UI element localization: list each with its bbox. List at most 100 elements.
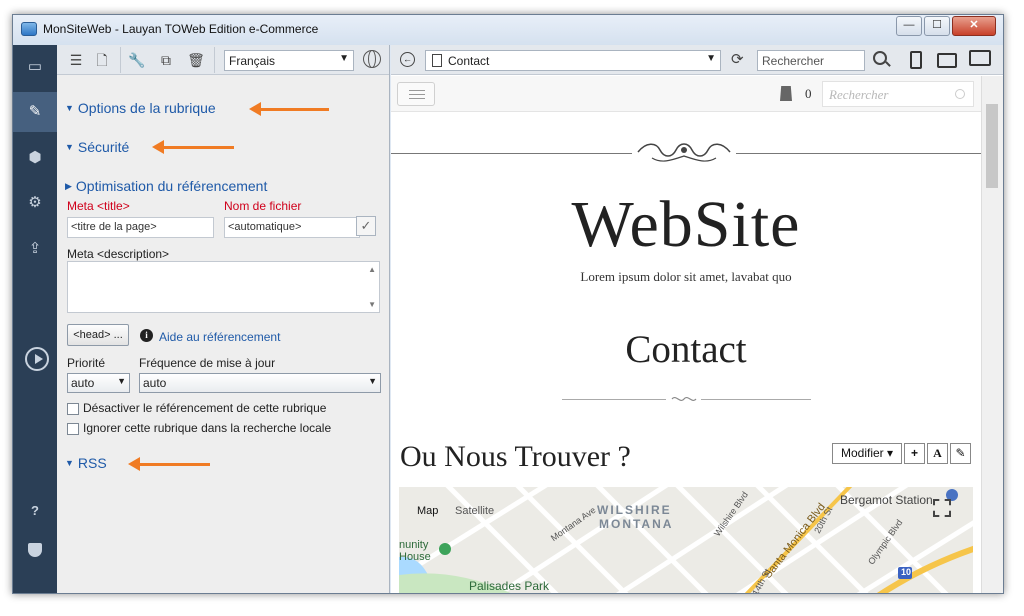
scroll-down-icon[interactable]: ▼ (368, 300, 376, 309)
disable-seo-checkbox[interactable] (67, 403, 79, 415)
site-brand: WebSite (571, 188, 801, 261)
section-rss[interactable]: ▼ RSS (65, 455, 107, 471)
close-button[interactable]: ✕ (952, 16, 996, 36)
divider-line (701, 399, 811, 400)
modify-button[interactable]: Modifier ▾ (832, 443, 902, 464)
section-rss-label: RSS (77, 455, 107, 471)
divider-ornament-icon (671, 396, 697, 402)
page-heading: Contact (625, 328, 747, 371)
properties-icon[interactable]: ☰ (65, 49, 87, 71)
upload-icon[interactable]: ⇪ (13, 229, 57, 269)
ignore-search-label: Ignorer cette rubrique dans la recherche… (83, 421, 332, 435)
maximize-button[interactable]: ☐ (924, 16, 950, 36)
page-selector-value: Contact (448, 54, 490, 68)
copy-icon[interactable]: ⧉ (155, 49, 177, 71)
expand-triangle-icon: ▶ (65, 181, 72, 191)
scrollbar-thumb[interactable] (986, 104, 998, 188)
meta-description-label: Meta <description> (67, 247, 170, 261)
section-seo[interactable]: ▶ Optimisation du référencement (65, 178, 267, 194)
disable-seo-label: Désactiver le référencement de cette rub… (83, 401, 327, 415)
globe-icon[interactable] (363, 50, 381, 68)
tab-satellite[interactable]: Satellite (447, 497, 502, 525)
preview-scrollbar[interactable] (981, 76, 1003, 593)
checkmark-icon[interactable]: ✓ (356, 216, 376, 236)
left-toolbar: ☰ 🗋 🔧 ⧉ 🗑 Français ▼ (57, 45, 389, 75)
page-selector[interactable]: Contact ▼ (425, 50, 721, 71)
chevron-down-icon: ▼ (117, 376, 126, 386)
search-icon[interactable] (955, 89, 965, 99)
meta-description-field[interactable]: ▲ ▼ (67, 261, 380, 313)
site-header-bar: 0 Rechercher (391, 76, 981, 112)
menu-icon[interactable] (397, 82, 435, 106)
window-title: MonSiteWeb - Lauyan TOWeb Edition e-Comm… (43, 22, 319, 36)
frequency-value: auto (143, 376, 167, 390)
info-icon: i (140, 329, 153, 342)
text-style-button[interactable]: A (927, 443, 948, 464)
preview-search-input[interactable]: Rechercher (757, 50, 865, 71)
frequency-label: Fréquence de mise à jour (139, 356, 276, 370)
language-value: Français (229, 54, 276, 68)
filename-field[interactable]: <automatique> (224, 217, 360, 238)
map-label-bergamot: Bergamot Station (840, 493, 933, 507)
properties-panel: ☰ 🗋 🔧 ⧉ 🗑 Français ▼ ▼ Options de la rubr… (57, 45, 390, 593)
section-options-label: Options de la rubrique (77, 100, 216, 116)
help-icon[interactable]: ? (13, 503, 57, 518)
website-preview: 0 Rechercher WebSite Lorem ipsum dolor s… (391, 76, 981, 593)
back-icon[interactable]: ← (400, 52, 415, 67)
language-select[interactable]: Français ▼ (224, 50, 354, 71)
cart-count: 0 (805, 86, 812, 101)
annotation-arrow (249, 102, 329, 116)
seo-help-link[interactable]: Aide au référencement (159, 330, 280, 344)
map-label-community: nunity (399, 539, 429, 551)
minimize-button[interactable]: — (896, 16, 922, 36)
section-security[interactable]: ▼ Sécurité (65, 139, 129, 155)
section-heading: Ou Nous Trouver ? (400, 440, 631, 473)
frequency-select[interactable]: auto ▼ (139, 373, 381, 393)
pencil-icon[interactable]: ✎ (13, 92, 57, 132)
collapse-triangle-icon: ▼ (65, 103, 74, 113)
collapse-triangle-icon: ▼ (65, 458, 74, 468)
paint-bucket-icon[interactable]: ⬢ (13, 138, 57, 178)
map-label-montana: MONTANA (599, 517, 674, 531)
section-seo-label: Optimisation du référencement (75, 178, 268, 194)
site-tagline: Lorem ipsum dolor sit amet, lavabat quo (580, 269, 792, 284)
section-options[interactable]: ▼ Options de la rubrique (65, 100, 216, 116)
map-embed[interactable]: Map Satellite WILSHIRE MONTANA Bergamot … (399, 487, 973, 593)
ignore-search-checkbox[interactable] (67, 423, 79, 435)
priority-value: auto (71, 376, 95, 390)
play-icon[interactable] (25, 347, 49, 371)
head-button[interactable]: <head> ... (67, 324, 129, 346)
app-window: MonSiteWeb - Lauyan TOWeb Edition e-Comm… (12, 14, 1004, 594)
divider-line (562, 399, 666, 400)
map-route-shield: 10 (901, 567, 912, 577)
shield-icon[interactable] (28, 543, 42, 557)
folder-icon[interactable]: ▭ (13, 47, 57, 87)
gears-icon[interactable]: ⚙ (13, 183, 57, 223)
new-page-icon[interactable]: 🗋 (91, 49, 113, 71)
tablet-preview-icon[interactable] (937, 53, 957, 68)
ornament-icon (632, 143, 736, 162)
cart-icon[interactable] (780, 86, 792, 101)
site-search-input[interactable]: Rechercher (822, 81, 974, 107)
title-bar: MonSiteWeb - Lauyan TOWeb Edition e-Comm… (13, 15, 1003, 45)
meta-title-field[interactable]: <titre de la page> (67, 217, 214, 238)
trash-icon[interactable]: 🗑 (185, 49, 207, 71)
wrench-icon[interactable]: 🔧 (126, 49, 148, 71)
scroll-up-icon[interactable]: ▲ (368, 265, 376, 274)
desktop-preview-icon[interactable] (969, 50, 991, 66)
pen-icon[interactable]: ✎ (950, 443, 971, 464)
add-block-button[interactable]: + (904, 443, 925, 464)
preview-toolbar: ← Contact ▼ ⟳ Rechercher (391, 45, 1003, 75)
phone-preview-icon[interactable] (910, 51, 922, 69)
chevron-down-icon: ▼ (339, 53, 349, 64)
chevron-down-icon: ▼ (706, 53, 716, 64)
filename-label: Nom de fichier (224, 199, 302, 213)
section-security-label: Sécurité (77, 139, 130, 155)
priority-label: Priorité (67, 356, 106, 370)
tab-map[interactable]: Map (409, 497, 446, 525)
chevron-down-icon: ▼ (368, 376, 377, 386)
priority-select[interactable]: auto ▼ (67, 373, 130, 393)
meta-title-label: Meta <title> (67, 199, 130, 213)
search-icon[interactable] (873, 51, 887, 65)
refresh-icon[interactable]: ⟳ (731, 52, 744, 67)
